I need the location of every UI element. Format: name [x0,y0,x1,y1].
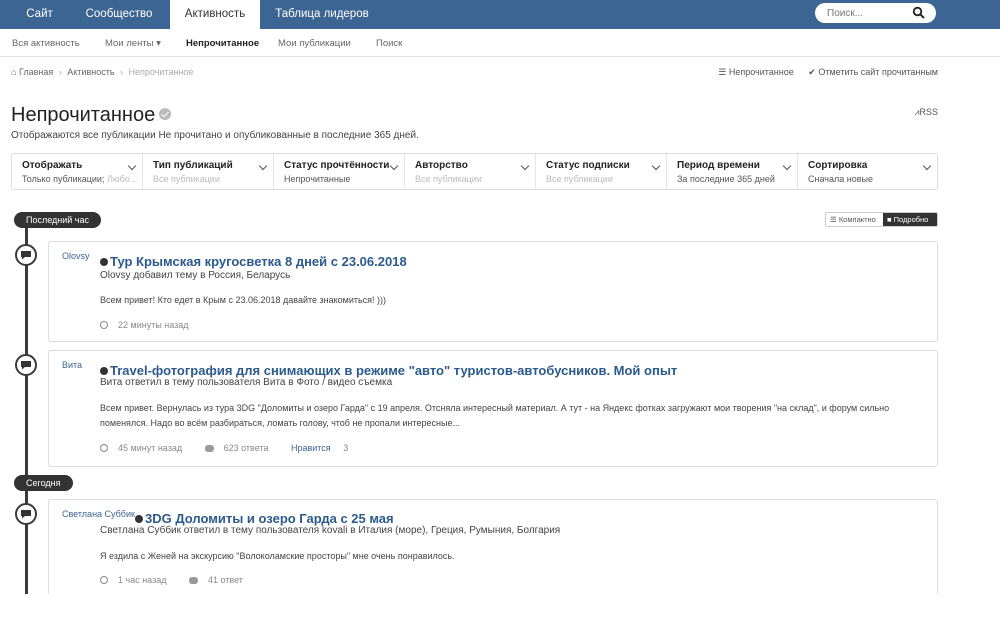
post-author[interactable]: Светлана Суббик [62,509,135,519]
filter-bar: Отображать Только публикации; Любо... Ти… [11,153,938,190]
unread-dot-icon [100,257,108,266]
filter-type[interactable]: Тип публикаций Все публикации [143,154,274,189]
mark-read-link[interactable]: ✔ Отметить сайт прочитанным [808,67,938,77]
page-actions: ☰ Непрочитанное ✔ Отметить сайт прочитан… [706,67,938,78]
activity-subnav: Вся активность Мои ленты ▾ Непрочитанное… [0,29,1000,57]
post-time[interactable]: 1 час назад [118,575,166,585]
post-title[interactable]: Travel-фотография для снимающих в режиме… [100,363,677,378]
search-icon[interactable] [912,6,926,20]
filter-authorship[interactable]: Авторство Все публикации [405,154,536,189]
filter-period[interactable]: Период времени За последние 365 дней [667,154,798,189]
comment-icon [21,510,31,519]
view-compact-button[interactable]: ☰ Компактно [826,213,883,226]
post-title[interactable]: 3DG Доломиты и озеро Гарда с 25 мая [135,511,394,526]
post-time[interactable]: 45 минут назад [118,443,182,453]
timeline-label-last-hour: Последний час [14,212,102,228]
subnav-all-activity[interactable]: Вся активность [12,38,80,49]
page-title: Непрочитанное [11,104,172,127]
timeline-node [15,244,37,266]
post-excerpt: Всем привет! Кто едет в Крым с 23.06.201… [100,295,387,305]
clock-icon [100,444,108,452]
comment-icon [188,577,198,584]
post-title[interactable]: Тур Крымская кругосветка 8 дней с 23.06.… [100,254,407,269]
check-circle-icon [159,107,172,120]
unread-dot-icon [135,514,143,523]
breadcrumb-home[interactable]: Главная [19,67,53,77]
check-icon: ✔ [808,67,816,77]
search-input[interactable] [827,6,907,20]
post-subline: Olovsy добавил тему в Россия, Беларусь [100,270,291,281]
list-icon: ☰ [718,67,727,77]
tab-community[interactable]: Сообщество [76,0,162,29]
post-meta: 22 минуты назад [100,320,209,330]
subnav-search[interactable]: Поиск [376,38,402,49]
comment-icon [21,251,31,260]
page-bottom-fade [0,594,1000,629]
activity-card: Светлана Суббик 3DG Доломиты и озеро Гар… [48,499,938,599]
comment-icon [204,445,214,452]
likes-count: 3 [343,443,349,453]
timeline-line [25,220,28,600]
subnav-my-feeds[interactable]: Мои ленты ▾ [105,38,161,49]
post-subline: Светлана Суббик ответил в тему пользоват… [100,525,561,536]
likes-label[interactable]: Нравится [291,443,331,453]
filter-show[interactable]: Отображать Только публикации; Любо... [12,154,143,189]
post-excerpt: Я ездила с Женей на экскурсию "Волоколам… [100,551,455,561]
unread-link[interactable]: ☰ Непрочитанное [718,67,793,77]
post-meta: 45 минут назад 623 ответа Нравится 3 [100,443,368,453]
clock-icon [100,576,108,584]
breadcrumb-current: Непрочитанное [128,67,194,77]
post-author[interactable]: Olovsy [62,251,90,261]
post-author[interactable]: Вита [62,360,82,370]
tab-site[interactable]: Сайт [12,0,67,29]
post-meta: 1 час назад 41 ответ [100,575,263,585]
breadcrumb: ⌂ Главная › Активность › Непрочитанное [11,67,194,77]
comment-icon [21,361,31,370]
tab-leaderboard[interactable]: Таблица лидеров [268,0,376,29]
post-replies: 41 ответ [207,575,243,585]
clock-icon [100,321,108,329]
top-navbar: Сайт Сообщество Активность Таблица лидер… [0,0,1000,29]
post-replies: 623 ответа [223,443,269,453]
unread-dot-icon [100,366,108,375]
timeline-node [15,354,37,376]
filter-read-status[interactable]: Статус прочтённости Непрочитанные [274,154,405,189]
post-subline: Вита ответил в тему пользователя Вита в … [100,377,393,388]
post-time[interactable]: 22 минуты назад [118,320,189,330]
page-subtitle: Отображаются все публикации Не прочитано… [11,130,419,141]
home-icon: ⌂ [11,67,17,77]
breadcrumb-activity[interactable]: Активность [67,67,114,77]
view-full-button[interactable]: ■ Подробно [883,213,937,226]
view-toggle: ☰ Компактно ■ Подробно [825,212,938,227]
filter-subscription[interactable]: Статус подписки Все публикации [536,154,667,189]
activity-card: Вита Travel-фотография для снимающих в р… [48,350,938,467]
subnav-my-posts[interactable]: Мои публикации [278,38,351,49]
search-box [815,3,936,23]
timeline-label-today: Сегодня [14,475,73,491]
rss-link[interactable]: ⩘RSS [914,107,938,118]
subnav-unread[interactable]: Непрочитанное [186,38,259,49]
filter-sort[interactable]: Сортировка Сначала новые [798,154,937,189]
timeline-node [15,503,37,525]
post-excerpt: Всем привет. Вернулась из тура 3DG "Доло… [100,403,890,428]
tab-activity[interactable]: Активность [170,0,260,29]
activity-card: Olovsy Тур Крымская кругосветка 8 дней с… [48,241,938,342]
